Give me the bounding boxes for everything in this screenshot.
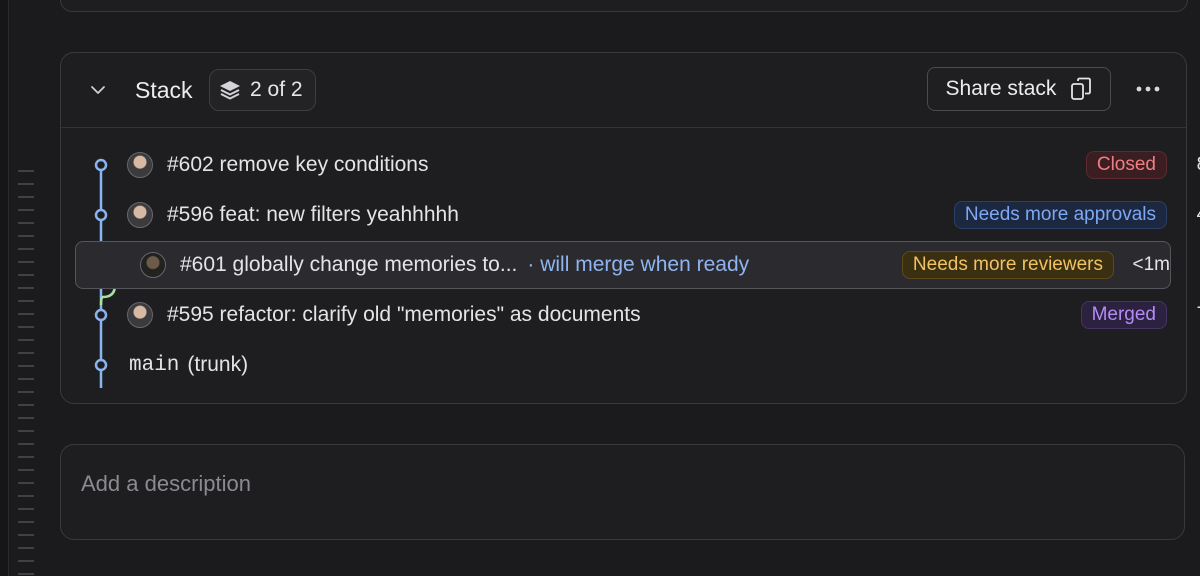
chevron-down-icon[interactable] (89, 81, 107, 99)
stack-count-badge: 2 of 2 (209, 69, 316, 111)
age-label: 8m (1167, 154, 1200, 176)
pr-title: #601 globally change memories to... (180, 253, 518, 276)
stack-item-596[interactable]: #596 feat: new filters yeahhhhh Needs mo… (75, 191, 1200, 239)
age-label: 7m (1167, 304, 1200, 326)
share-stack-button[interactable]: Share stack (927, 67, 1111, 111)
stack-panel: Stack 2 of 2 Share stack #602 remove key… (60, 52, 1200, 404)
trunk-label: (trunk) (187, 353, 249, 376)
previous-card (60, 0, 1188, 12)
description-input[interactable] (79, 465, 1163, 503)
status-badge: Needs more reviewers (901, 251, 1114, 279)
pr-title: #602 remove key conditions (167, 153, 429, 176)
trunk-branch[interactable]: main (trunk) (75, 341, 1200, 389)
pr-title: #595 refactor: clarify old "memories" as… (167, 303, 641, 326)
stack-item-602[interactable]: #602 remove key conditions Closed 8m (75, 141, 1200, 189)
stack-title: Stack (135, 77, 193, 103)
age-label: 4m (1167, 204, 1200, 226)
trunk-branch-name: main (129, 353, 180, 377)
status-badge: Closed (1085, 151, 1167, 179)
avatar (140, 252, 166, 278)
left-gutter (0, 0, 9, 576)
layers-icon (220, 81, 240, 100)
avatar (127, 302, 153, 328)
share-stack-label: Share stack (945, 77, 1057, 100)
avatar (127, 152, 153, 178)
stack-header: Stack 2 of 2 Share stack (61, 53, 1186, 128)
line-ruler (18, 170, 34, 576)
stack-item-601-current[interactable]: #601 globally change memories to... · wi… (75, 241, 1171, 289)
status-badge: Needs more approvals (953, 201, 1167, 229)
description-card (60, 444, 1185, 540)
merge-status-note: · will merge when ready (527, 253, 750, 276)
avatar (127, 202, 153, 228)
pr-title: #596 feat: new filters yeahhhhh (167, 203, 459, 226)
stack-item-595[interactable]: #595 refactor: clarify old "memories" as… (75, 291, 1200, 339)
stack-count-label: 2 of 2 (250, 78, 303, 101)
status-badge: Merged (1080, 301, 1167, 329)
more-options-icon[interactable] (1133, 79, 1163, 99)
age-label: <1m (1132, 254, 1171, 275)
copy-icon (1071, 77, 1092, 100)
